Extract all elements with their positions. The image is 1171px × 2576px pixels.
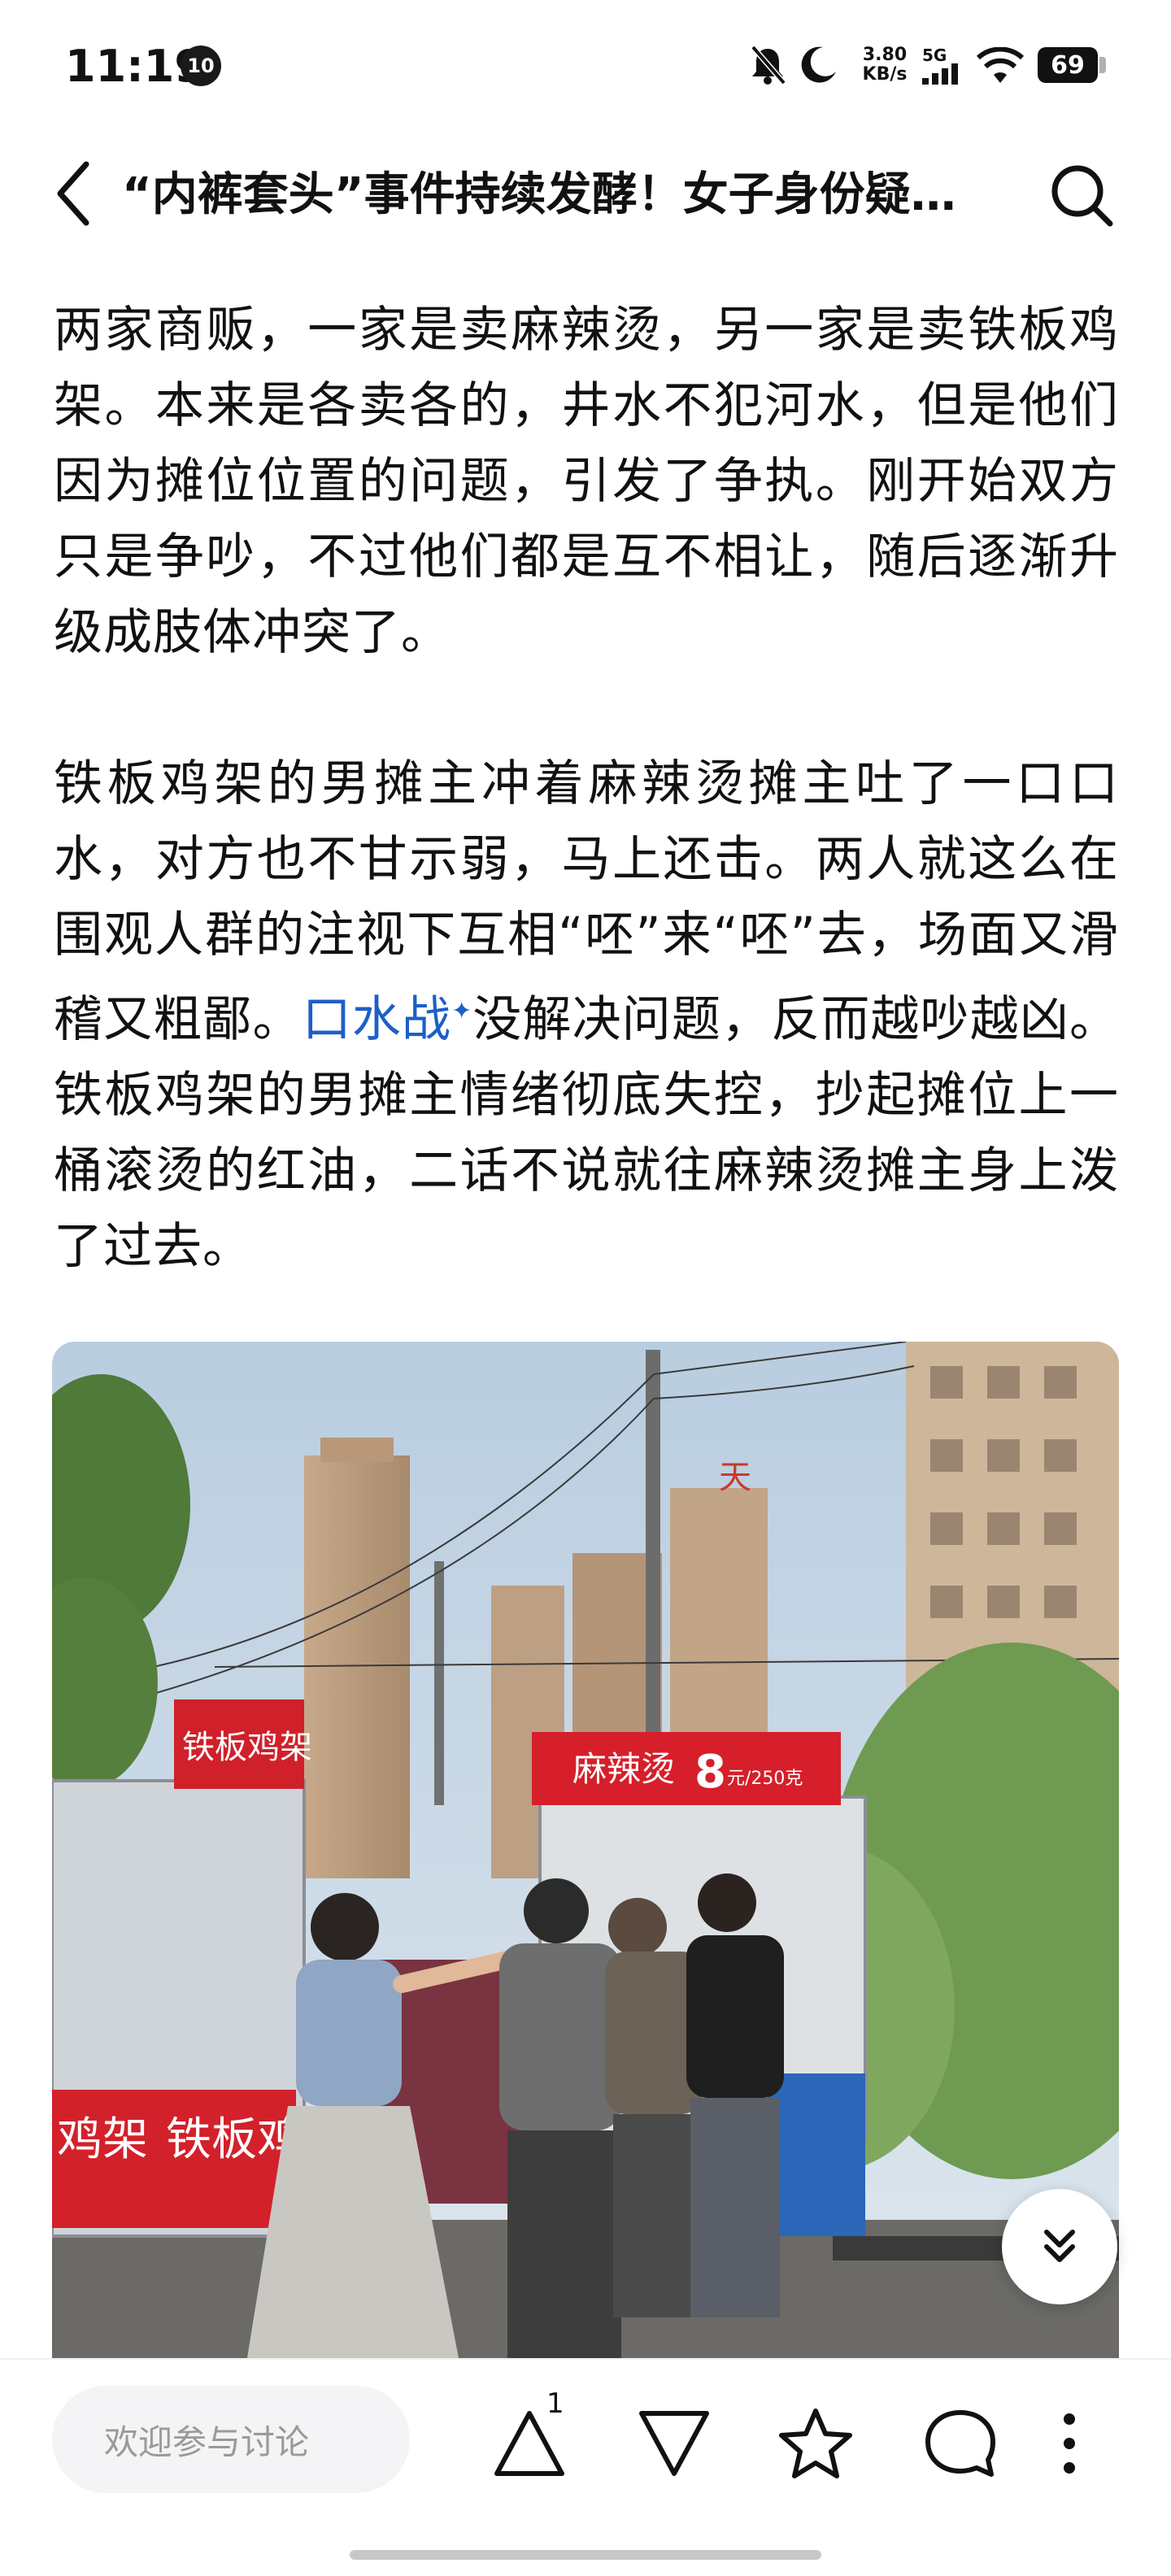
building-character: 天 (719, 1459, 751, 1496)
more-icon (1061, 2411, 1077, 2479)
article-paragraph-2: 铁板鸡架的男摊主冲着麻辣烫摊主吐了一口口水，对方也不甘示弱，马上还击。两人就这么… (54, 746, 1119, 1285)
stall-sign-left: 铁板鸡架 (182, 1729, 312, 1766)
net-speed-value: 3.80 (862, 45, 908, 65)
star-icon (777, 2406, 855, 2484)
comment-button[interactable] (916, 2400, 1005, 2490)
wifi-icon (976, 46, 1025, 88)
upvote-count: 1 (546, 2387, 564, 2420)
status-bar: 11:19 10 3.80 KB/s 5G 69 (0, 0, 1171, 130)
mute-icon (748, 44, 787, 89)
topic-link-text: 口水战 (302, 991, 452, 1048)
header-bar: “内裤套头”事件持续发酵！女子身份疑… (0, 146, 1171, 244)
back-chevron-icon (55, 159, 91, 231)
search-icon (1048, 162, 1115, 232)
people-figures (247, 1873, 784, 2358)
scroll-down-button[interactable] (1002, 2189, 1117, 2304)
home-indicator[interactable] (350, 2550, 821, 2560)
favorite-button[interactable] (771, 2400, 860, 2490)
stall-sign-unit: 元/250克 (727, 1769, 803, 1789)
topic-link-saliva-war[interactable]: 口水战✦ (303, 991, 473, 1048)
search-button[interactable] (1041, 156, 1122, 237)
moon-icon (799, 44, 839, 88)
network-type: 5G (922, 46, 947, 65)
page-title: “内裤套头”事件持续发酵！女子身份疑… (122, 168, 956, 221)
notification-badge: 10 (181, 46, 221, 86)
photo-scene: 天 铁板鸡架 鸡架 铁板鸡 麻辣烫 8 元/250克 (52, 1342, 1119, 2358)
stall-banner-1: 鸡架 (57, 2113, 148, 2166)
signal-icon (922, 63, 961, 88)
stall-sign-price: 8 (694, 1746, 726, 1799)
comment-input[interactable]: 欢迎参与讨论 (52, 2386, 410, 2493)
bottom-action-bar: 欢迎参与讨论 1 (0, 2358, 1171, 2576)
sparkle-icon: ✦ (451, 997, 473, 1025)
downvote-button[interactable] (629, 2400, 719, 2490)
article-body: 两家商贩，一家是卖麻辣烫，另一家是卖铁板鸡架。本来是各卖各的，井水不犯河水，但是… (54, 293, 1119, 1285)
article-photo[interactable]: 天 铁板鸡架 鸡架 铁板鸡 麻辣烫 8 元/250克 (52, 1342, 1119, 2358)
article-paragraph-1: 两家商贩，一家是卖麻辣烫，另一家是卖铁板鸡架。本来是各卖各的，井水不犯河水，但是… (54, 302, 1119, 661)
net-speed: 3.80 KB/s (854, 46, 916, 85)
comment-placeholder: 欢迎参与讨论 (104, 2422, 310, 2462)
battery-tip (1099, 57, 1106, 73)
comment-icon (921, 2406, 999, 2484)
more-button[interactable] (1041, 2400, 1098, 2490)
stall-sign-center: 麻辣烫 (572, 1749, 675, 1789)
battery-icon: 69 (1038, 47, 1098, 83)
downvote-icon (635, 2407, 713, 2483)
article-page: 11:19 10 3.80 KB/s 5G 69 “内裤套头”事件持续发酵！女子… (0, 0, 1171, 2576)
back-button[interactable] (41, 156, 106, 234)
double-chevron-down-icon (1035, 2221, 1084, 2273)
net-speed-unit: KB/s (862, 64, 908, 85)
